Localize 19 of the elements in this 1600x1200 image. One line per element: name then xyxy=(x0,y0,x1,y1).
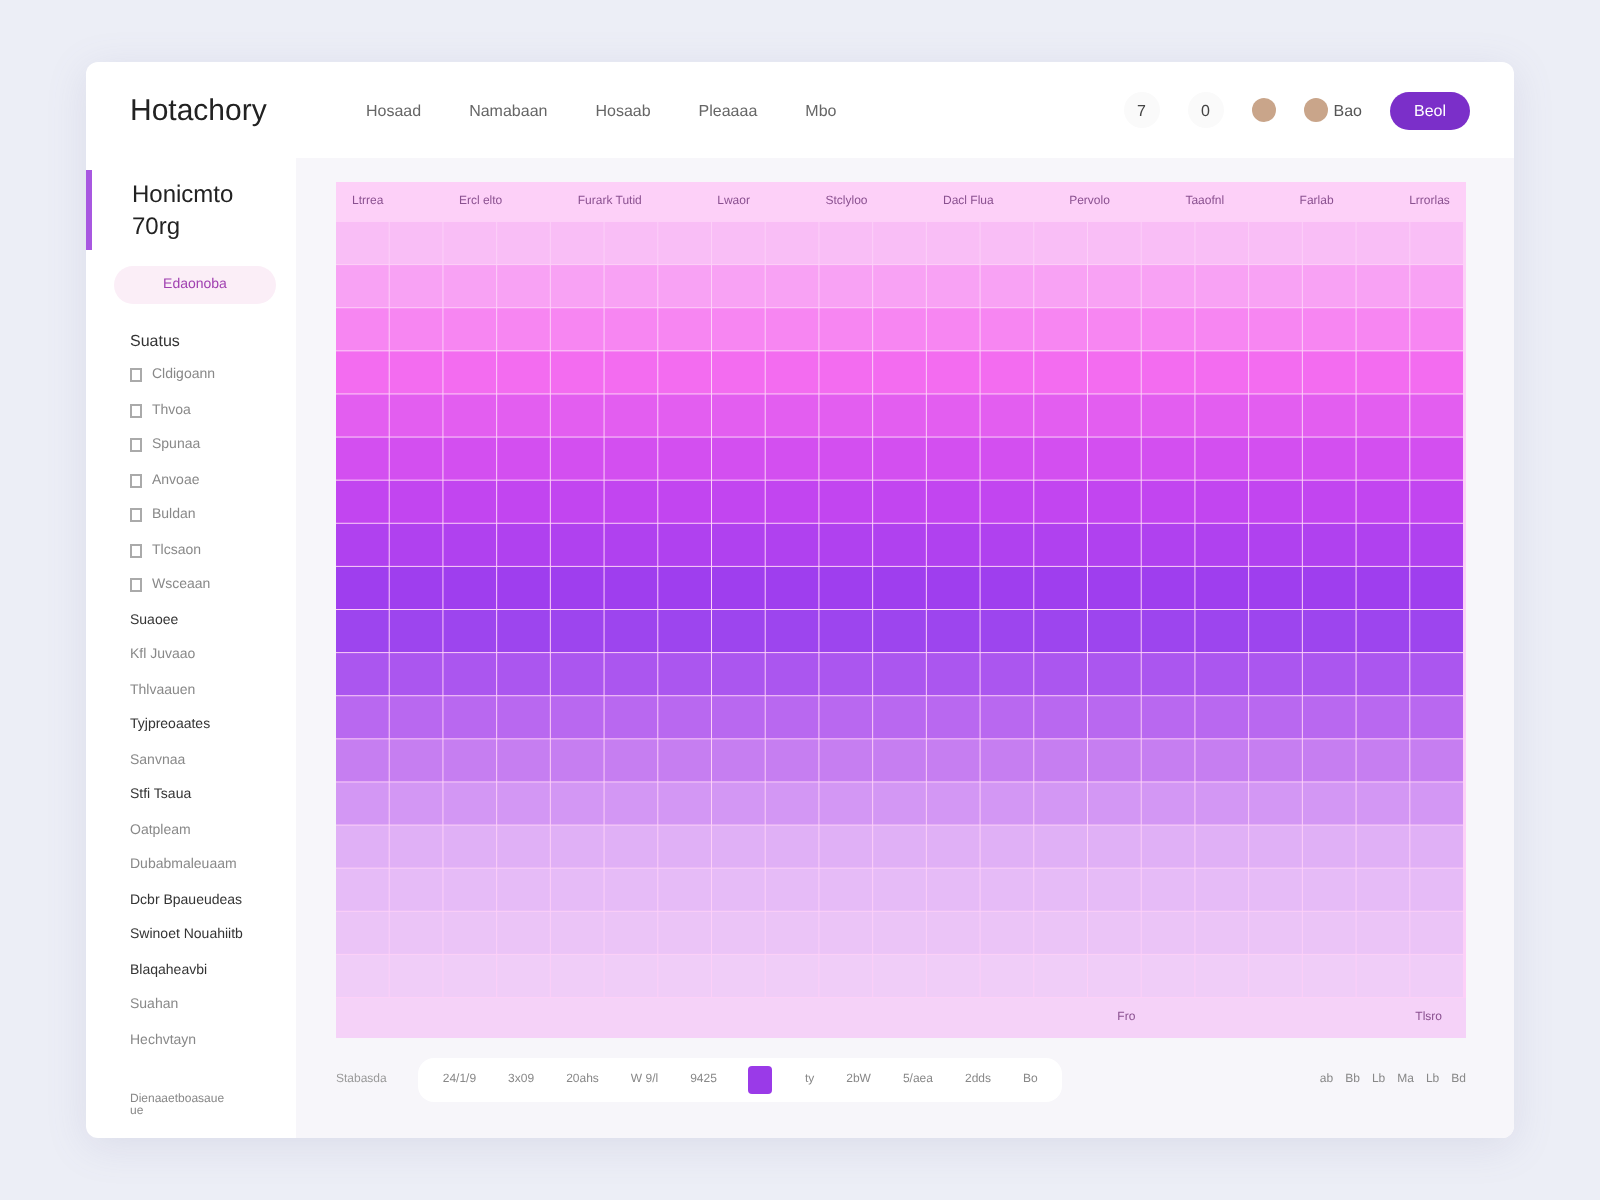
nav-link[interactable]: Hosaad xyxy=(366,101,422,119)
item-icon xyxy=(130,543,142,558)
user-menu[interactable]: Bao xyxy=(1303,98,1362,122)
item-icon xyxy=(130,473,142,488)
item-icon xyxy=(130,508,142,523)
item-icon xyxy=(130,438,142,453)
app-logo: Hotachory xyxy=(130,93,269,127)
item-icon xyxy=(130,578,142,593)
nav-link[interactable]: Namabaan xyxy=(469,101,548,119)
item-icon xyxy=(130,368,142,383)
nav-link[interactable]: Pleaaaa xyxy=(698,101,758,119)
nav-link[interactable]: Hosaab xyxy=(595,101,651,119)
timeline-handle[interactable] xyxy=(748,1066,773,1094)
item-icon xyxy=(130,403,142,418)
section-title: Suatus xyxy=(128,330,182,354)
counter-badge[interactable]: 7 xyxy=(1123,92,1160,128)
counter-badge[interactable]: 0 xyxy=(1187,92,1224,128)
nav-link[interactable]: Mbo xyxy=(805,101,837,119)
primary-button[interactable]: Beol xyxy=(1389,91,1470,129)
